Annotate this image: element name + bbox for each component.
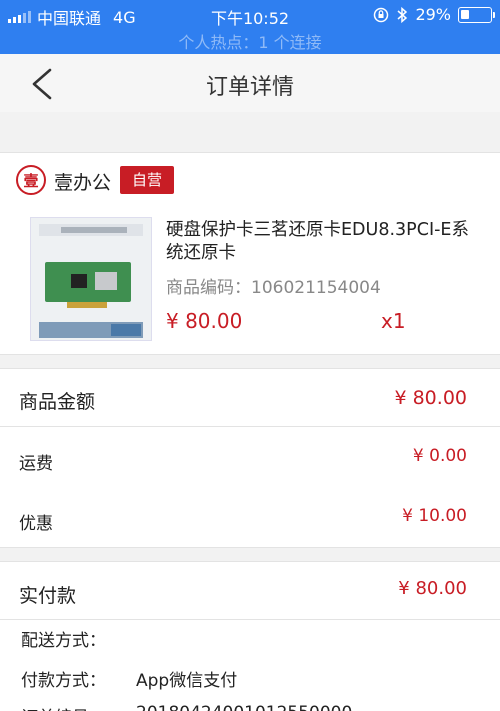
shipping-value: ¥ 0.00 bbox=[412, 446, 467, 466]
product-item[interactable]: 硬盘保护卡三茗还原卡EDU8.3PCI-E系统还原卡 商品编码：10602115… bbox=[0, 205, 500, 355]
product-code: 商品编码：106021154004 bbox=[166, 273, 381, 298]
status-right: 29% bbox=[373, 5, 495, 24]
product-price: ¥ 80.00 bbox=[166, 309, 243, 333]
battery-fill bbox=[461, 9, 469, 19]
pci-card-picture bbox=[31, 218, 151, 340]
self-operated-badge: 自营 bbox=[120, 166, 175, 194]
goods-amount-label: 商品金额 bbox=[19, 391, 96, 413]
shipping-label: 运费 bbox=[19, 454, 53, 474]
paid-amount-label: 实付款 bbox=[19, 585, 77, 607]
shop-logo: 壹 bbox=[16, 165, 46, 195]
product-code-label: 商品编码： bbox=[166, 278, 251, 298]
discount-label: 优惠 bbox=[19, 514, 53, 534]
delivery-method-label: 配送方式： bbox=[21, 631, 106, 651]
product-image[interactable] bbox=[30, 217, 152, 341]
product-name[interactable]: 硬盘保护卡三茗还原卡EDU8.3PCI-E系统还原卡 bbox=[166, 219, 484, 265]
payment-method-label: 付款方式： bbox=[21, 671, 106, 691]
paid-amount-value: ¥ 80.00 bbox=[398, 578, 467, 599]
discount-value: ¥ 10.00 bbox=[402, 506, 467, 526]
order-number-value[interactable]: 20180424001012550000 bbox=[136, 703, 352, 711]
product-quantity: x1 bbox=[381, 309, 406, 333]
bluetooth-icon bbox=[397, 6, 408, 23]
summary-divider bbox=[0, 426, 500, 427]
shop-header[interactable]: 壹 壹办公 自营 bbox=[0, 152, 500, 206]
goods-amount-value: ¥ 80.00 bbox=[394, 387, 467, 409]
page-title: 订单详情 bbox=[205, 75, 294, 100]
status-bar: 中国联通 4G 下午10:52 29% 个人热点：1 个连接 bbox=[0, 0, 500, 54]
payment-method-value: App微信支付 bbox=[136, 671, 238, 691]
payment-info: 实付款 ¥ 80.00 配送方式： 付款方式： App微信支付 订单编号： 20… bbox=[0, 561, 500, 711]
order-number-label: 订单编号： bbox=[21, 703, 106, 711]
product-code-value: 106021154004 bbox=[251, 278, 381, 298]
shop-name[interactable]: 壹办公 bbox=[54, 168, 111, 195]
battery-percent: 29% bbox=[415, 5, 451, 24]
hotspot-banner[interactable]: 个人热点：1 个连接 bbox=[0, 29, 500, 53]
orientation-lock-icon bbox=[374, 7, 389, 22]
nav-bar: 订单详情 bbox=[0, 54, 500, 112]
payment-divider bbox=[0, 619, 500, 620]
battery-icon bbox=[458, 6, 495, 23]
amount-summary: 商品金额 ¥ 80.00 运费 ¥ 0.00 优惠 ¥ 10.00 bbox=[0, 368, 500, 548]
